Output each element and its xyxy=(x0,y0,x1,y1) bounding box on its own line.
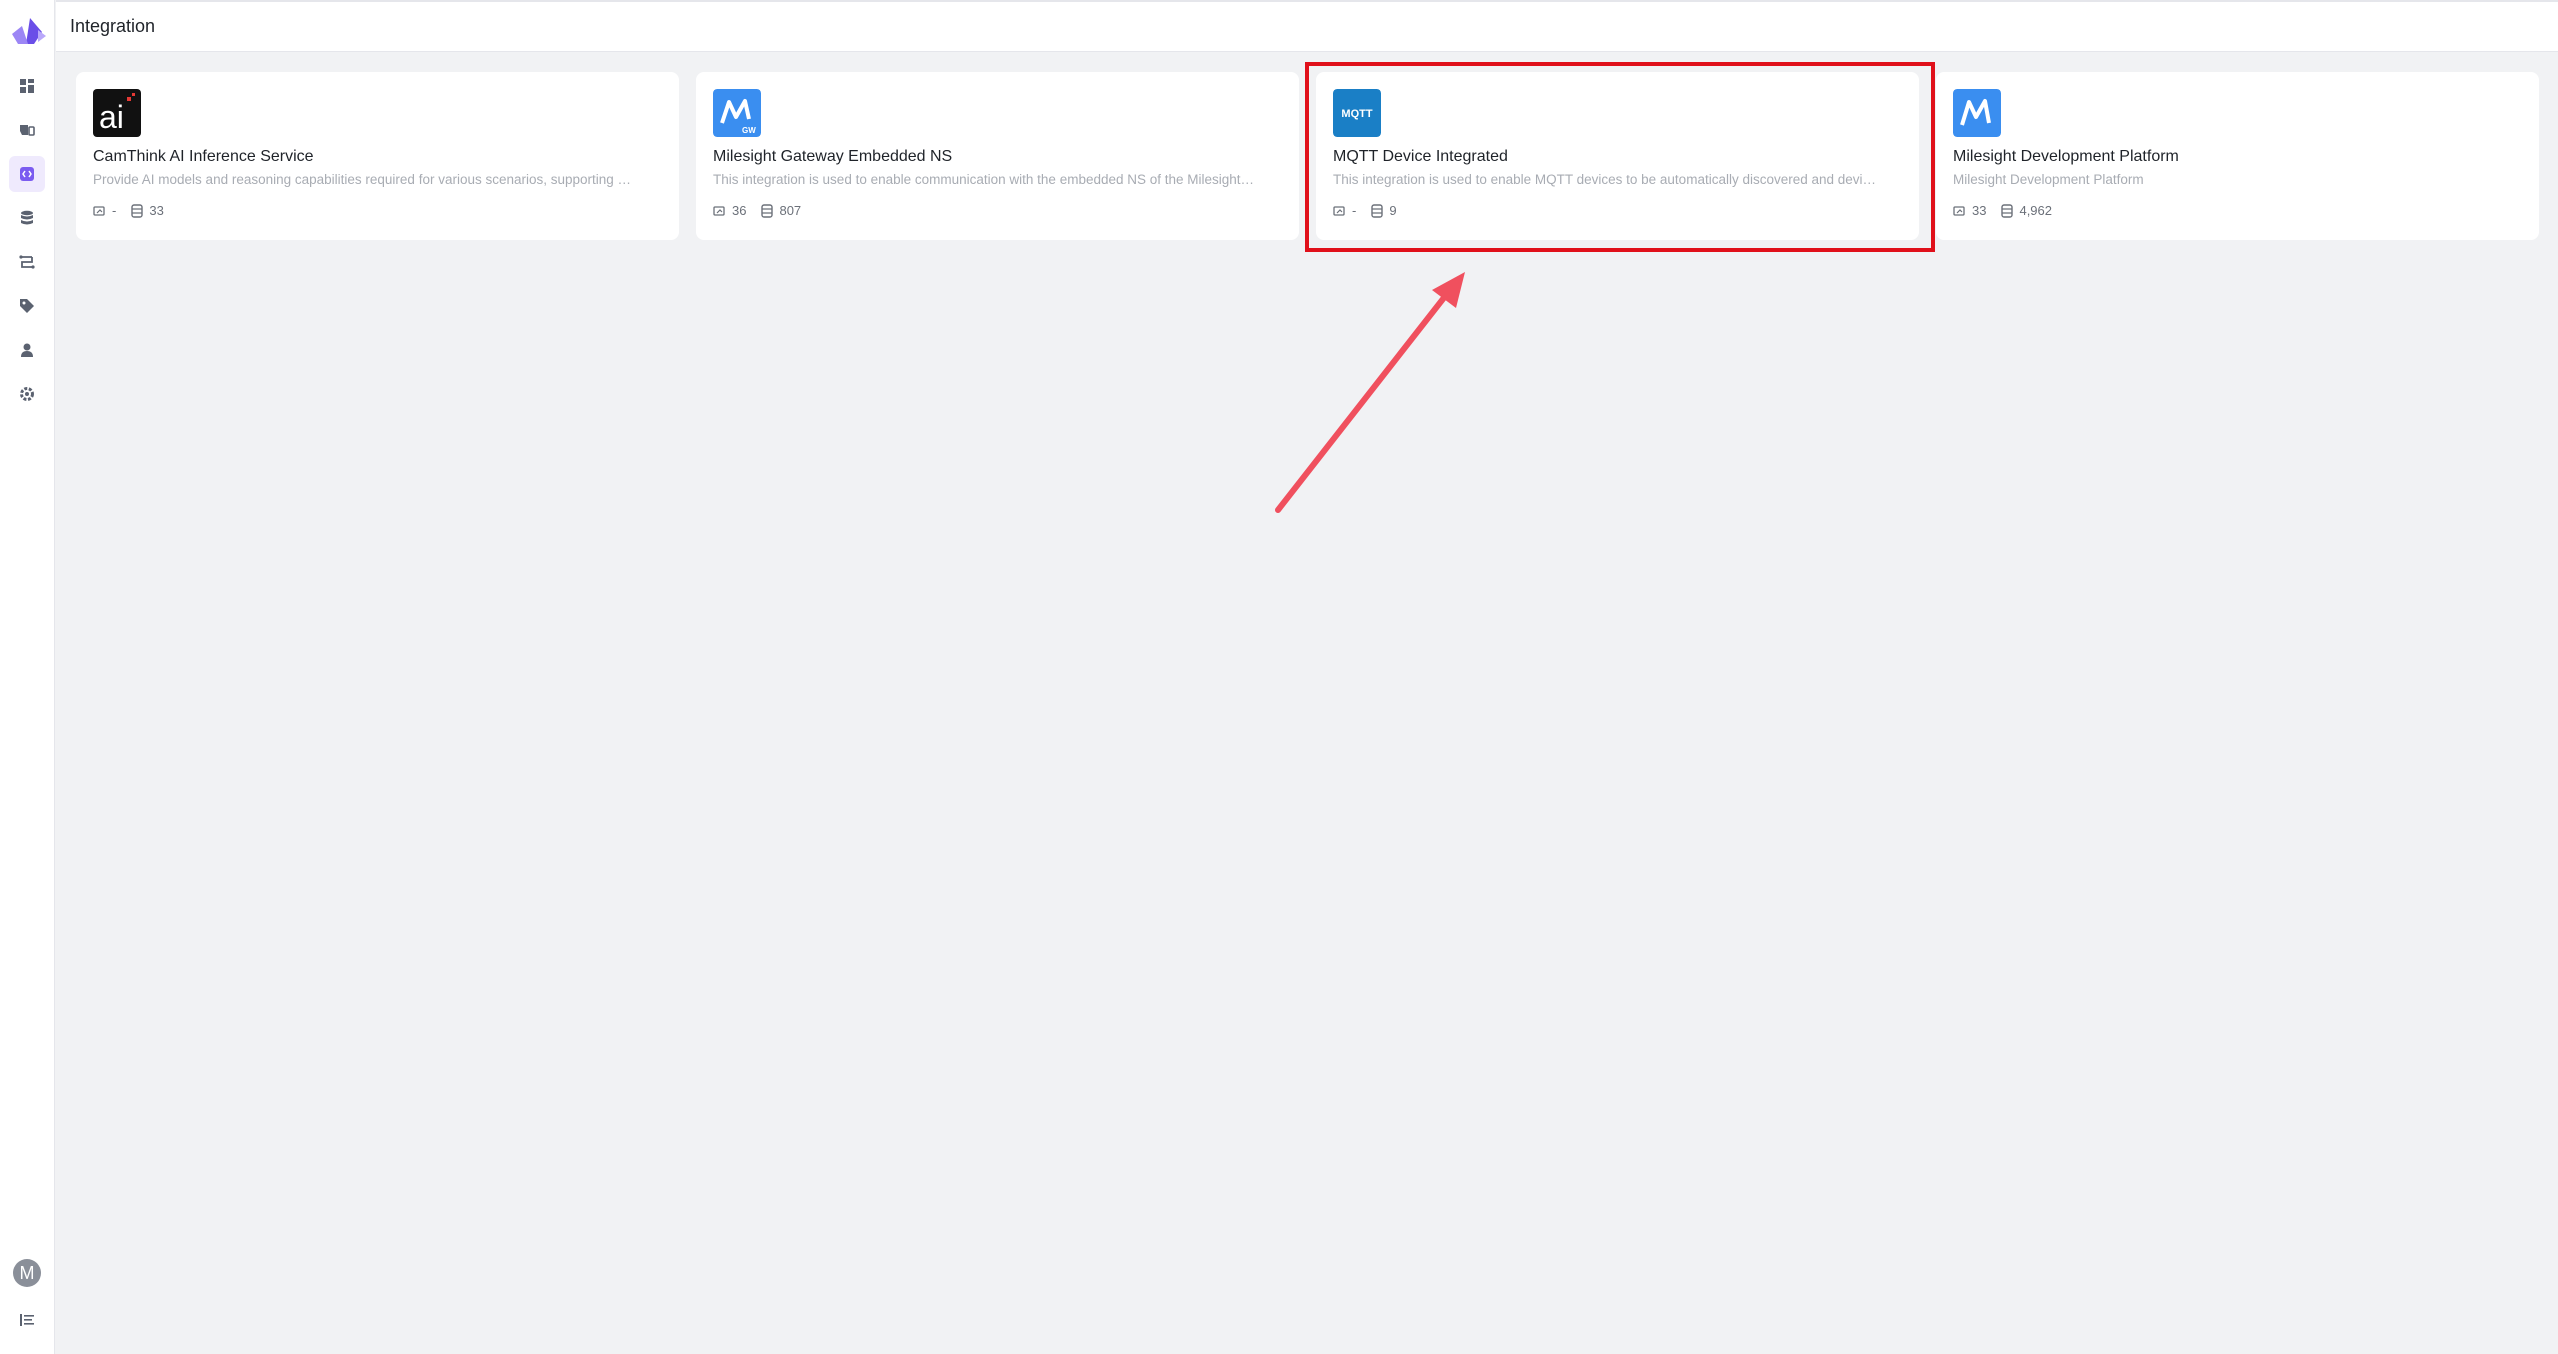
nav-dashboard[interactable] xyxy=(9,68,45,104)
nav-device[interactable] xyxy=(9,112,45,148)
user-icon xyxy=(21,343,33,357)
entity-icon xyxy=(1371,203,1384,218)
dashboard-icon xyxy=(20,79,34,93)
card-stats: 33 4,962 xyxy=(1953,203,2066,218)
integration-card-camthink[interactable]: ai CamThink AI Inference Service Provide… xyxy=(76,72,679,240)
menu-fold-icon xyxy=(20,1314,34,1326)
entity-count: 9 xyxy=(1370,203,1397,218)
card-stats: - 33 xyxy=(93,203,178,218)
device-count: - xyxy=(93,203,116,218)
device-count: 33 xyxy=(1953,203,1986,218)
app-logo-icon[interactable] xyxy=(8,14,48,48)
integration-card-milesight-gateway[interactable]: GW Milesight Gateway Embedded NS This in… xyxy=(696,72,1299,240)
integration-card-mqtt[interactable]: MQTT MQTT Device Integrated This integra… xyxy=(1316,72,1919,240)
card-description: Milesight Development Platform xyxy=(1953,172,2144,187)
camthink-ai-logo-icon: ai xyxy=(93,89,141,137)
card-title: MQTT Device Integrated xyxy=(1333,148,1508,165)
entity-icon xyxy=(131,203,144,218)
device-icon xyxy=(1333,205,1345,216)
card-stats: - 9 xyxy=(1333,203,1411,218)
entity-count: 33 xyxy=(130,203,164,218)
device-icon xyxy=(1953,205,1965,216)
entity-count: 807 xyxy=(760,203,801,218)
nav-user[interactable] xyxy=(9,332,45,368)
card-title: CamThink AI Inference Service xyxy=(93,148,314,165)
svg-text:ai: ai xyxy=(99,99,124,135)
device-icon xyxy=(93,205,105,216)
collapse-sidebar-button[interactable] xyxy=(14,1307,40,1333)
integration-card-milesight-platform[interactable]: Milesight Development Platform Milesight… xyxy=(1936,72,2539,240)
nav-entity[interactable] xyxy=(9,200,45,236)
card-title: Milesight Development Platform xyxy=(1953,148,2179,165)
nav-workflow[interactable] xyxy=(9,244,45,280)
entity-icon xyxy=(761,203,774,218)
svg-text:MQTT: MQTT xyxy=(1341,108,1372,120)
device-icon xyxy=(20,125,35,136)
entity-icon xyxy=(2001,203,2014,218)
entity-icon xyxy=(21,210,33,225)
nav-integration[interactable] xyxy=(9,156,45,192)
card-stats: 36 807 xyxy=(713,203,815,218)
nav-settings[interactable] xyxy=(9,376,45,412)
milesight-logo-icon xyxy=(1953,89,2001,137)
device-count: - xyxy=(1333,203,1356,218)
card-description: Provide AI models and reasoning capabili… xyxy=(93,172,632,187)
milesight-gw-logo-icon: GW xyxy=(713,89,761,137)
mqtt-logo-icon: MQTT xyxy=(1333,89,1381,137)
device-count: 36 xyxy=(713,203,746,218)
card-description: This integration is used to enable commu… xyxy=(713,172,1255,187)
sidebar: M xyxy=(0,0,55,1354)
entity-count: 4,962 xyxy=(2000,203,2052,218)
device-icon xyxy=(713,205,725,216)
avatar[interactable]: M xyxy=(13,1259,41,1287)
page-title: Integration xyxy=(70,16,156,36)
tag-icon xyxy=(20,299,34,313)
integration-icon xyxy=(20,167,34,181)
nav-tag[interactable] xyxy=(9,288,45,324)
settings-icon xyxy=(20,387,34,401)
page-header: Integration xyxy=(56,0,2558,52)
workflow-icon xyxy=(19,255,35,269)
card-title: Milesight Gateway Embedded NS xyxy=(713,148,953,165)
svg-text:GW: GW xyxy=(742,126,756,135)
card-description: This integration is used to enable MQTT … xyxy=(1333,172,1877,187)
